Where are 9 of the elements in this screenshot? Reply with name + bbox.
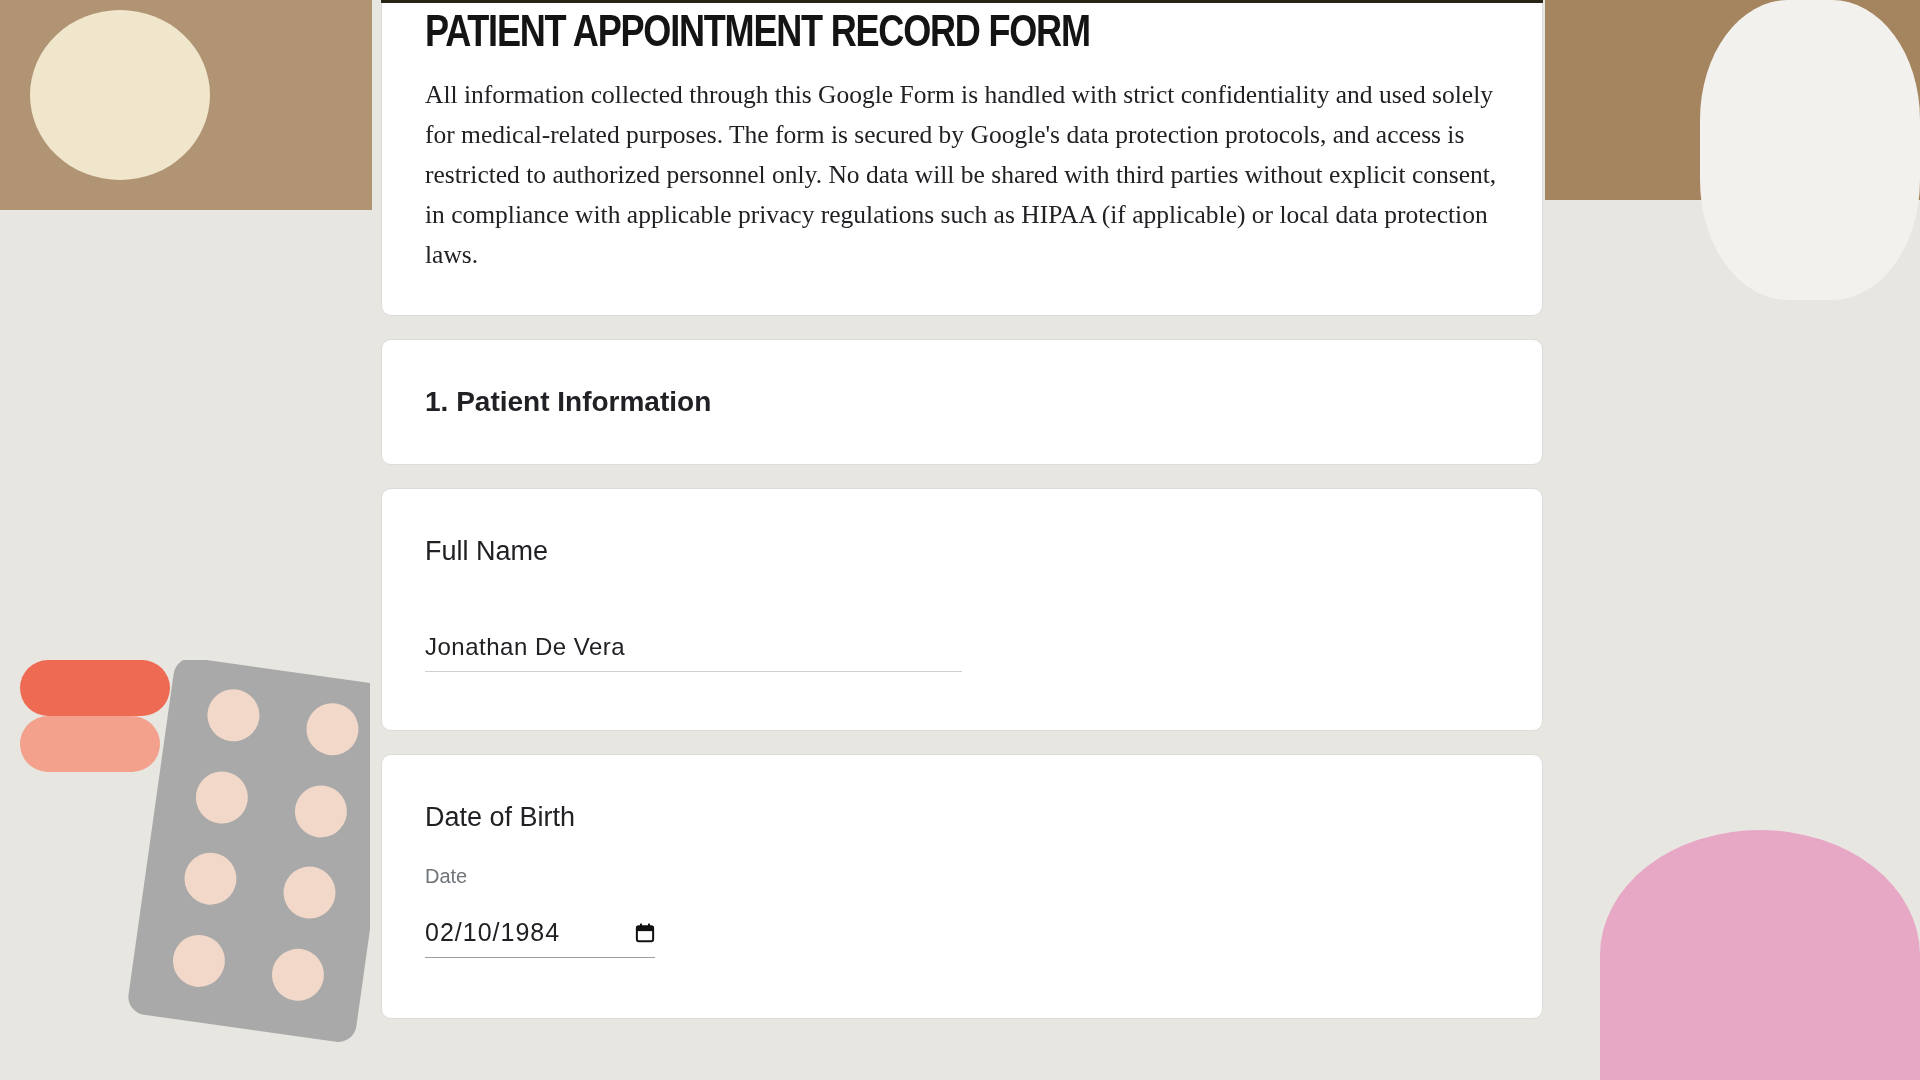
form-description: All information collected through this Google Form is handled with strict confidentiality and used solely for medical-related purposes. The form is secured by Google's data protection protocols, and access is restricted to authorized personnel only. No data will be shared with third parties without explicit consent, in compliance with applicable privacy regulations such as HIPAA (if applicable) or local data protection laws.	[425, 79, 1498, 271]
form-title: PATIENT APPOINTMENT RECORD FORM	[425, 5, 1091, 57]
date-field[interactable]: 02/10/1984	[425, 918, 655, 958]
question-label: Date of Birth	[425, 802, 577, 833]
calendar-icon[interactable]	[635, 922, 655, 943]
question-label: Full Name	[425, 536, 550, 567]
section-title: 1. Patient Information	[425, 386, 713, 418]
date-label: Date	[425, 865, 469, 888]
answer-field[interactable]: Jonathan De Vera	[425, 633, 962, 672]
